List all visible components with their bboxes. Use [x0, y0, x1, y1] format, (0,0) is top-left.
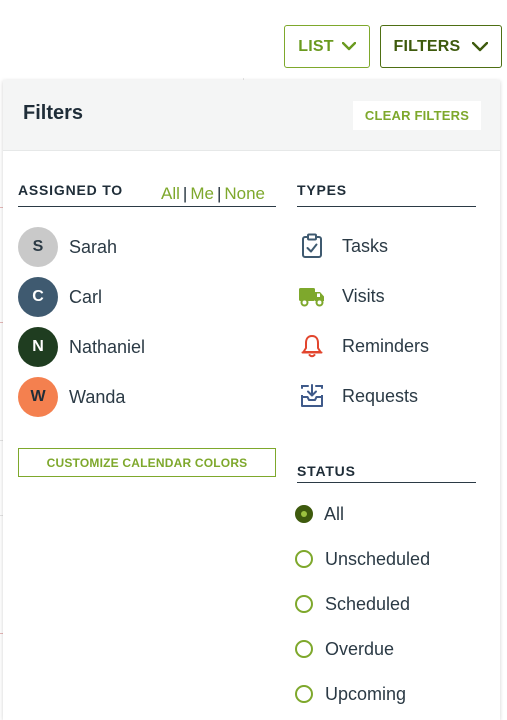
type-label: Requests	[342, 385, 419, 406]
status-label: Upcoming	[325, 683, 407, 704]
filters-button-label: FILTERS	[393, 37, 461, 55]
status-label: Unscheduled	[325, 548, 431, 569]
radio-unchecked-icon[interactable]	[295, 550, 313, 568]
assignee-item-wanda[interactable]: W Wanda	[18, 377, 125, 417]
status-option-overdue[interactable]: Overdue	[295, 637, 394, 661]
bell-icon	[297, 331, 327, 361]
filters-panel-header: Filters CLEAR FILTERS	[3, 80, 500, 151]
status-label: Scheduled	[325, 593, 411, 614]
link-separator: |	[216, 184, 222, 203]
status-label: All	[324, 503, 345, 524]
assignee-name: Carl	[69, 286, 103, 307]
assignee-name: Nathaniel	[69, 336, 146, 357]
type-label: Visits	[342, 285, 385, 306]
assignee-item-carl[interactable]: C Carl	[18, 277, 102, 317]
type-label: Reminders	[342, 335, 430, 356]
status-option-scheduled[interactable]: Scheduled	[295, 592, 410, 616]
link-separator: |	[182, 184, 188, 203]
type-filter-reminders[interactable]: Reminders	[297, 331, 429, 361]
clear-filters-button[interactable]: CLEAR FILTERS	[353, 101, 481, 130]
status-option-unscheduled[interactable]: Unscheduled	[295, 547, 430, 571]
chevron-down-icon	[341, 42, 356, 51]
radio-unchecked-icon[interactable]	[295, 640, 313, 658]
assignee-name: Wanda	[69, 386, 126, 407]
assigned-to-divider	[18, 206, 276, 207]
avatar: N	[18, 327, 58, 367]
chevron-down-icon	[472, 41, 489, 51]
radio-unchecked-icon[interactable]	[295, 595, 313, 613]
status-option-all[interactable]: All	[295, 502, 344, 526]
panel-title: Filters	[23, 102, 84, 124]
type-filter-requests[interactable]: Requests	[297, 381, 418, 411]
assigned-me-link[interactable]: Me	[190, 184, 214, 203]
radio-unchecked-icon[interactable]	[295, 685, 313, 703]
avatar: C	[18, 277, 58, 317]
list-view-button[interactable]: LIST	[284, 25, 370, 68]
avatar: W	[18, 377, 58, 417]
assigned-quick-links: All | Me | None	[161, 184, 265, 204]
avatar: S	[18, 227, 58, 267]
assigned-to-heading: ASSIGNED TO	[18, 182, 124, 198]
assignee-name: Sarah	[69, 236, 118, 257]
status-label: Overdue	[325, 638, 395, 659]
types-heading: TYPES	[297, 182, 347, 198]
assigned-all-link[interactable]: All	[161, 184, 180, 203]
filters-button[interactable]: FILTERS	[380, 25, 502, 68]
customize-calendar-colors-button[interactable]: CUSTOMIZE CALENDAR COLORS	[18, 448, 276, 477]
list-button-label: LIST	[298, 37, 334, 55]
assigned-none-link[interactable]: None	[224, 184, 265, 203]
status-divider	[297, 482, 476, 483]
truck-icon	[297, 281, 327, 311]
assignee-item-nathaniel[interactable]: N Nathaniel	[18, 327, 145, 367]
status-heading: STATUS	[297, 463, 356, 479]
inbox-download-icon	[297, 381, 327, 411]
clipboard-check-icon	[297, 231, 327, 261]
types-divider	[297, 206, 476, 207]
assignee-item-sarah[interactable]: S Sarah	[18, 227, 117, 267]
radio-checked-icon[interactable]	[295, 505, 313, 523]
status-option-upcoming[interactable]: Upcoming	[295, 682, 406, 706]
filters-panel: Filters CLEAR FILTERS ASSIGNED TO All | Me…	[3, 80, 500, 720]
type-label: Tasks	[342, 235, 389, 256]
type-filter-visits[interactable]: Visits	[297, 281, 385, 311]
type-filter-tasks[interactable]: Tasks	[297, 231, 388, 261]
